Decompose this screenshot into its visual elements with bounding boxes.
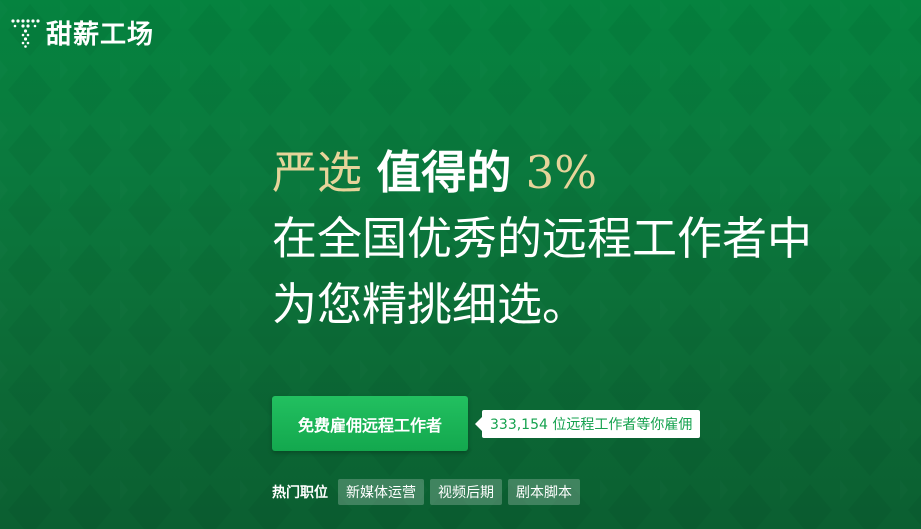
hot-job-tag-video-post[interactable]: 视频后期 bbox=[430, 479, 502, 505]
brand-name: 甜薪工场 bbox=[46, 20, 155, 50]
headline-strong-text: 值得的 bbox=[376, 146, 512, 199]
headline-percent: 3% bbox=[525, 146, 598, 199]
dotted-t-logo-icon bbox=[11, 18, 40, 48]
cta-row: 免费雇佣远程工作者 333,154 位远程工作者等你雇佣 bbox=[272, 396, 701, 451]
headline-line-3: 为您精挑细选。 bbox=[272, 278, 588, 331]
hot-jobs-row: 热门职位 新媒体运营 视频后期 剧本脚本 bbox=[272, 479, 580, 505]
hot-jobs-label: 热门职位 bbox=[272, 485, 328, 501]
worker-count-badge: 333,154 位远程工作者等你雇佣 bbox=[482, 409, 701, 438]
site-logo[interactable]: 甜薪工场 bbox=[10, 14, 154, 51]
headline-line-2: 在全国优秀的远程工作者中 bbox=[272, 212, 813, 265]
headline-gold-text: 严选 bbox=[272, 146, 363, 199]
hero-section: 严选 值得的 3% 在全国优秀的远程工作者中 为您精挑细选。 bbox=[272, 140, 921, 338]
headline-line-1: 严选 值得的 3% bbox=[272, 140, 921, 206]
hire-remote-worker-button[interactable]: 免费雇佣远程工作者 bbox=[272, 396, 468, 451]
hot-job-tag-script[interactable]: 剧本脚本 bbox=[508, 479, 580, 505]
hot-job-tag-new-media[interactable]: 新媒体运营 bbox=[338, 479, 424, 505]
